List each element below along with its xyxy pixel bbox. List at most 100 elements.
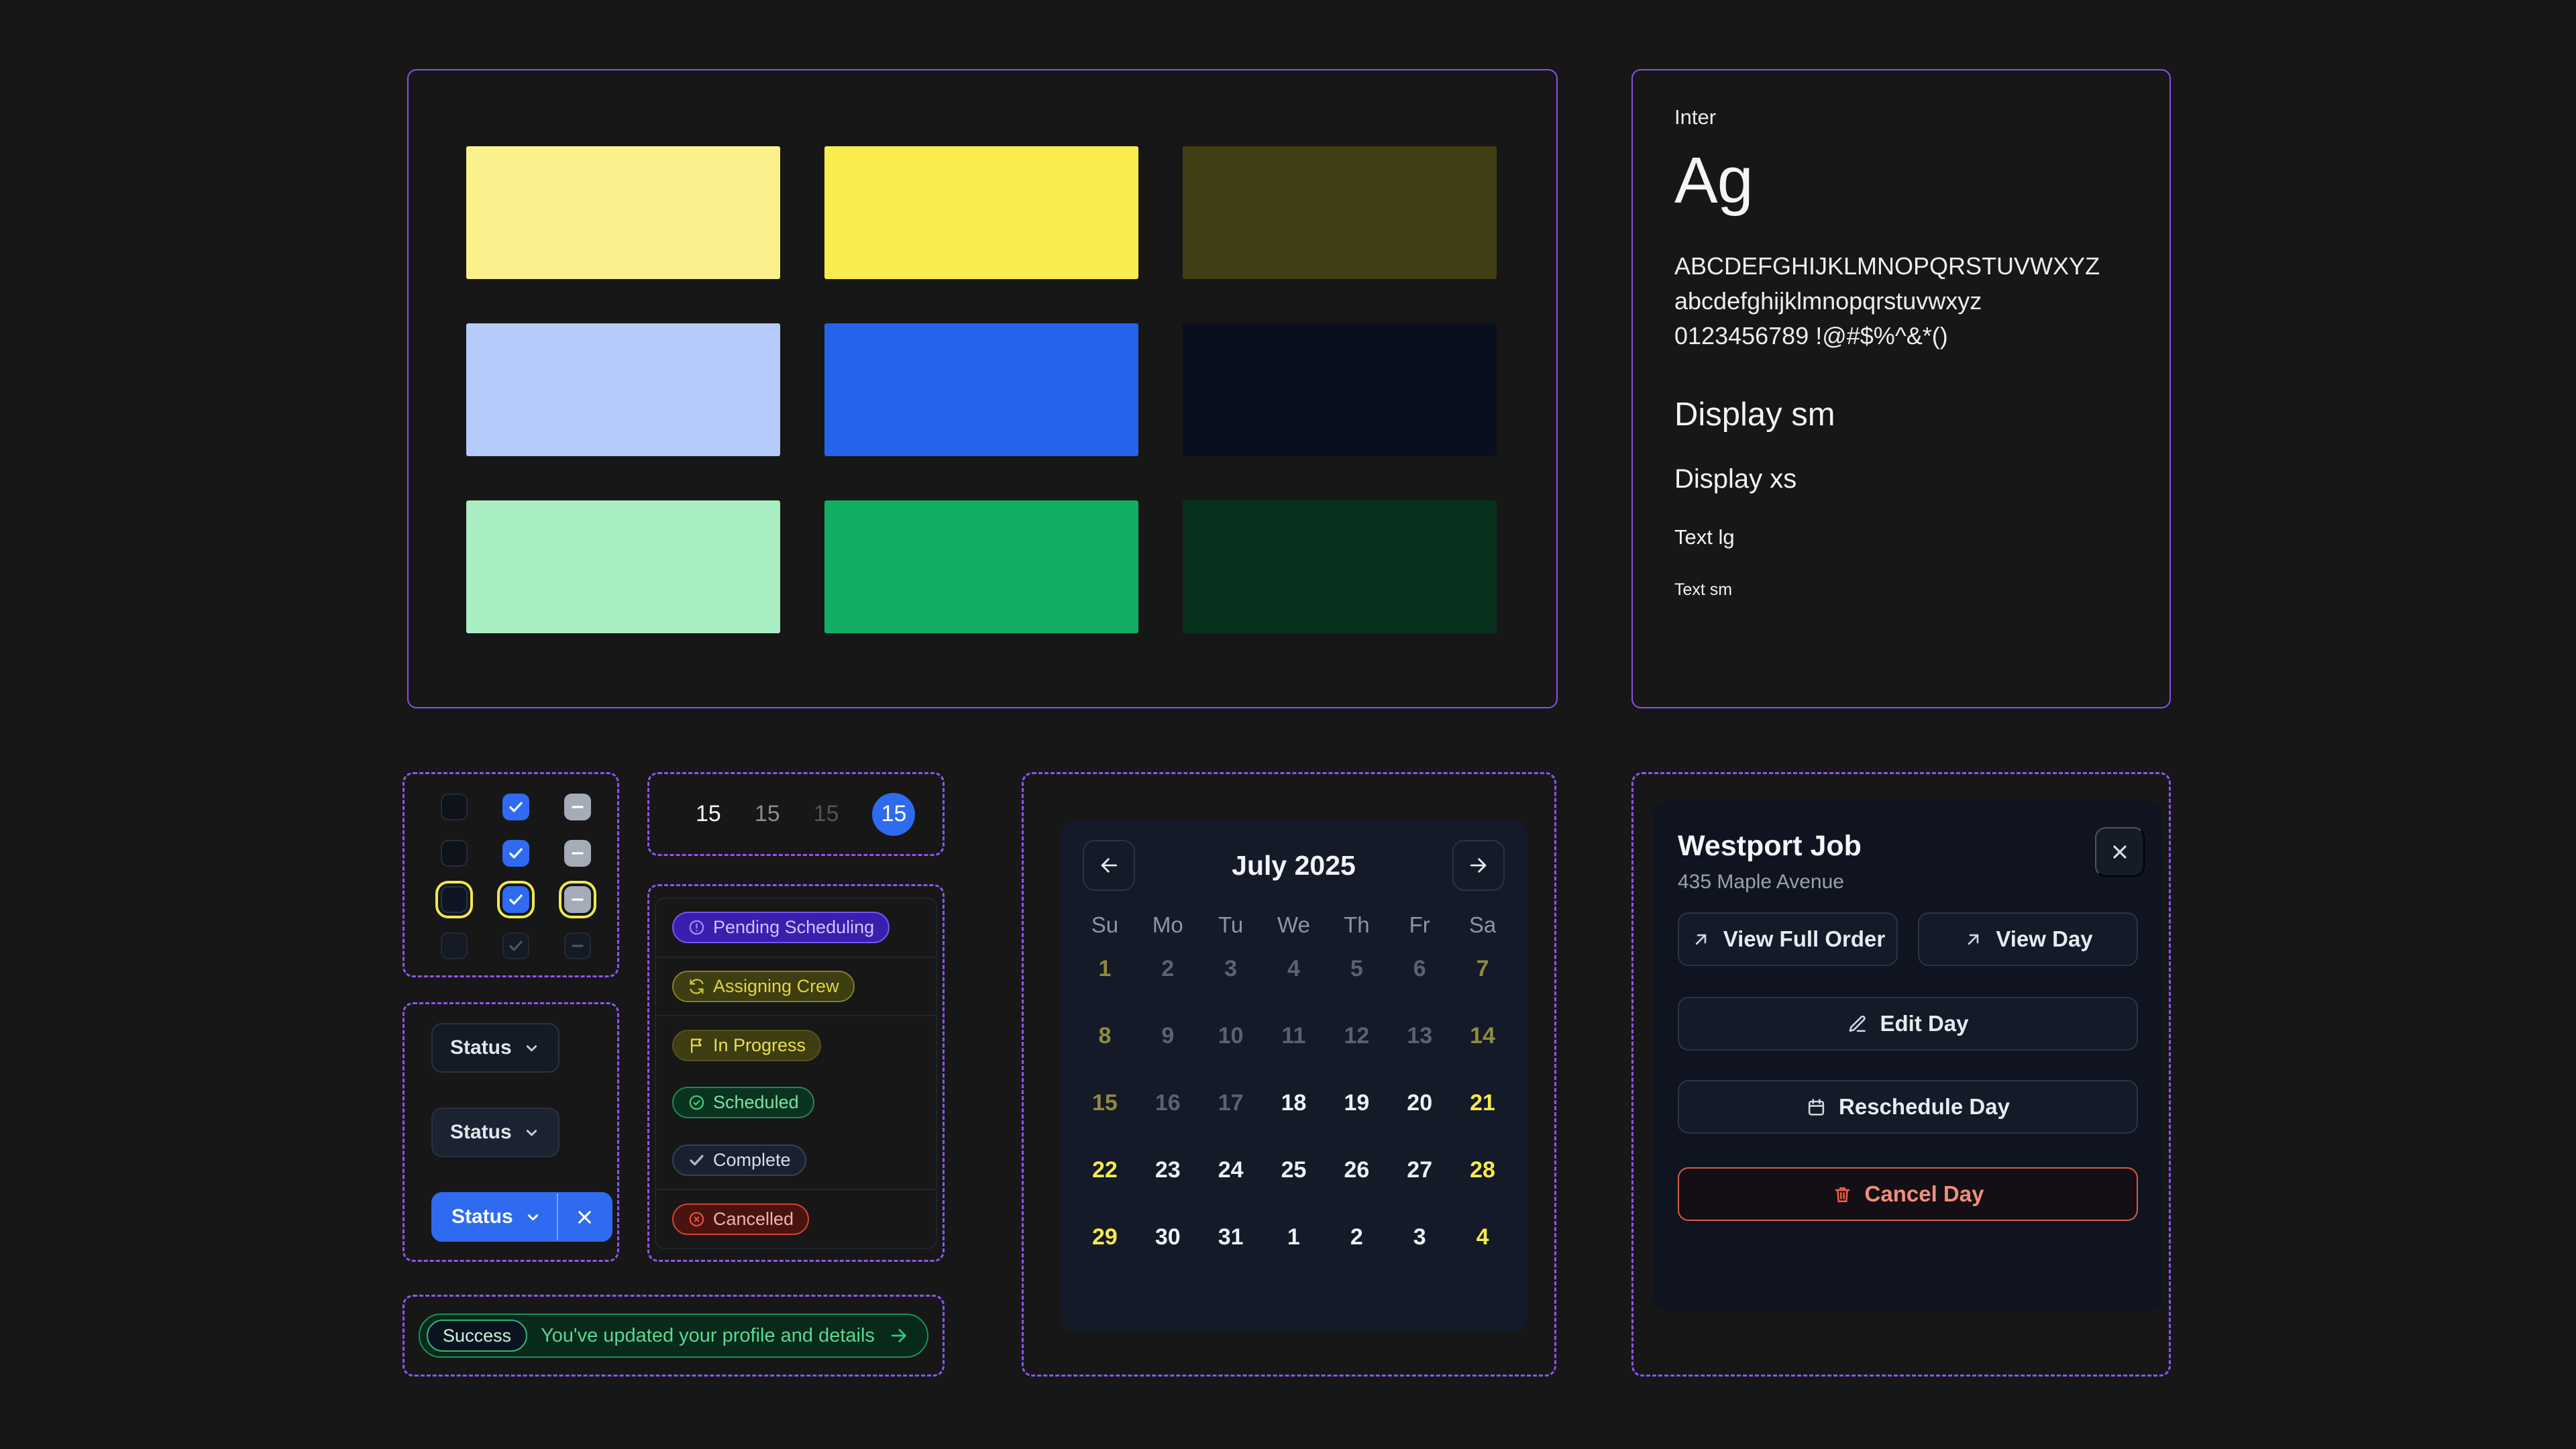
view-day-button[interactable]: View Day [1918,912,2138,966]
previous-month-button[interactable] [1083,840,1135,891]
cancel-day-button[interactable]: Cancel Day [1678,1167,2138,1221]
job-card-frame: Westport Job 435 Maple Avenue View Full … [1631,772,2171,1377]
button-label: Reschedule Day [1839,1094,2010,1120]
reschedule-day-button[interactable]: Reschedule Day [1678,1080,2138,1134]
calendar-week: 1234567 [1073,935,1514,1002]
calendar-day[interactable]: 31 [1199,1224,1263,1250]
calendar-day[interactable]: 19 [1325,1090,1388,1116]
calendar-weeks: 1234567891011121314151617181920212223242… [1073,935,1514,1271]
calendar-day[interactable]: 1 [1263,1224,1326,1250]
calendar-day[interactable]: 25 [1263,1157,1326,1183]
status-dropdown-hover[interactable]: Status [431,1108,559,1157]
status-badge-cancelled[interactable]: Cancelled [672,1203,809,1235]
status-badge-label: Complete [713,1150,791,1171]
calendar-day[interactable]: 21 [1451,1090,1514,1116]
calendar-day[interactable]: 3 [1388,1224,1451,1250]
status-badge-complete[interactable]: Complete [672,1144,806,1176]
checkbox-states-frame [402,772,619,977]
day-number-selected[interactable]: 15 [872,793,915,836]
calendar-day[interactable]: 24 [1199,1157,1263,1183]
calendar-week: 891011121314 [1073,1002,1514,1069]
next-month-button[interactable] [1452,840,1505,891]
minus-icon [569,937,586,955]
calendar-week: 15161718192021 [1073,1069,1514,1136]
calendar-day[interactable]: 4 [1451,1224,1514,1250]
job-title: Westport Job [1678,830,2138,863]
close-button[interactable] [2095,827,2145,877]
status-dropdown-default[interactable]: Status [431,1023,559,1073]
refresh-icon [688,977,706,996]
status-dropdown-label: Status [450,1036,512,1059]
success-toast[interactable]: Success You've updated your profile and … [419,1313,928,1358]
calendar-day[interactable]: 3 [1199,956,1263,982]
checkbox-unchecked-focus[interactable] [441,886,468,913]
checkbox-checked-default[interactable] [502,794,529,820]
calendar-day[interactable]: 11 [1263,1023,1326,1049]
calendar-day[interactable]: 15 [1073,1090,1136,1116]
calendar-day[interactable]: 13 [1388,1023,1451,1049]
calendar-title: July 2025 [1232,850,1356,881]
view-full-order-button[interactable]: View Full Order [1678,912,1898,966]
checkbox-unchecked-default[interactable] [441,840,468,867]
status-badge-label: In Progress [713,1035,806,1056]
weekday-label: We [1263,912,1326,938]
calendar-day[interactable]: 7 [1451,956,1514,982]
day-number-muted[interactable]: 15 [755,801,780,827]
calendar-day[interactable]: 18 [1263,1090,1326,1116]
calendar-day[interactable]: 27 [1388,1157,1451,1183]
calendar-day[interactable]: 2 [1325,1224,1388,1250]
color-swatch-blue-dark [1183,323,1497,456]
status-badge-scheduled[interactable]: Scheduled [672,1087,814,1118]
alphabet-numerals: 0123456789 !@#$%^&*() [1674,319,2128,354]
checkbox-indeterminate-focus[interactable] [564,886,591,913]
calendar-day[interactable]: 6 [1388,956,1451,982]
checkbox-checked-focus[interactable] [502,886,529,913]
status-badge-row: In Progress [656,1015,936,1074]
calendar-day[interactable]: 5 [1325,956,1388,982]
status-badge-label: Assigning Crew [713,976,839,997]
calendar-day[interactable]: 16 [1136,1090,1199,1116]
calendar-day[interactable]: 4 [1263,956,1326,982]
calendar-day[interactable]: 22 [1073,1157,1136,1183]
calendar-header: July 2025 [1073,840,1514,891]
calendar-day[interactable]: 9 [1136,1023,1199,1049]
calendar-day[interactable]: 28 [1451,1157,1514,1183]
calendar-day[interactable]: 2 [1136,956,1199,982]
calendar-day[interactable]: 29 [1073,1224,1136,1250]
calendar-week: 2930311234 [1073,1203,1514,1271]
status-badge-pending-scheduling[interactable]: Pending Scheduling [672,912,890,943]
toast-status-chip: Success [427,1320,527,1352]
color-swatch-green [824,500,1138,633]
day-number-disabled[interactable]: 15 [814,801,839,827]
close-icon [574,1207,595,1228]
job-actions-row: View Full Order View Day [1678,912,2138,966]
calendar-day[interactable]: 12 [1325,1023,1388,1049]
checkbox-unchecked-default[interactable] [441,794,468,820]
checkbox-indeterminate-default[interactable] [564,840,591,867]
status-badge-in-progress[interactable]: In Progress [672,1030,821,1061]
font-specimen: Ag [1674,143,2128,218]
status-dropdown-active[interactable]: Status [431,1192,612,1242]
day-number-default[interactable]: 15 [696,801,721,827]
clear-filter-button[interactable] [558,1193,611,1240]
calendar-day[interactable]: 1 [1073,956,1136,982]
calendar-day[interactable]: 20 [1388,1090,1451,1116]
calendar-day[interactable]: 8 [1073,1023,1136,1049]
color-swatch-yellow [824,146,1138,279]
calendar-day[interactable]: 30 [1136,1224,1199,1250]
calendar-day[interactable]: 26 [1325,1157,1388,1183]
calendar-day[interactable]: 23 [1136,1157,1199,1183]
alert-circle-icon [688,918,706,936]
edit-day-button[interactable]: Edit Day [1678,997,2138,1051]
arrow-up-right-icon [1963,929,1984,950]
calendar-day[interactable]: 14 [1451,1023,1514,1049]
calendar-day[interactable]: 17 [1199,1090,1263,1116]
status-badge-assigning-crew[interactable]: Assigning Crew [672,971,855,1002]
weekday-row: SuMoTuWeThFrSa [1073,912,1514,938]
design-system-page: Inter Ag ABCDEFGHIJKLMNOPQRSTUVWXYZ abcd… [0,0,2576,1449]
checkbox-checked-default[interactable] [502,840,529,867]
status-dropdown-main[interactable]: Status [433,1193,557,1240]
checkbox-indeterminate-default[interactable] [564,794,591,820]
status-badge-label: Cancelled [713,1209,794,1230]
calendar-day[interactable]: 10 [1199,1023,1263,1049]
